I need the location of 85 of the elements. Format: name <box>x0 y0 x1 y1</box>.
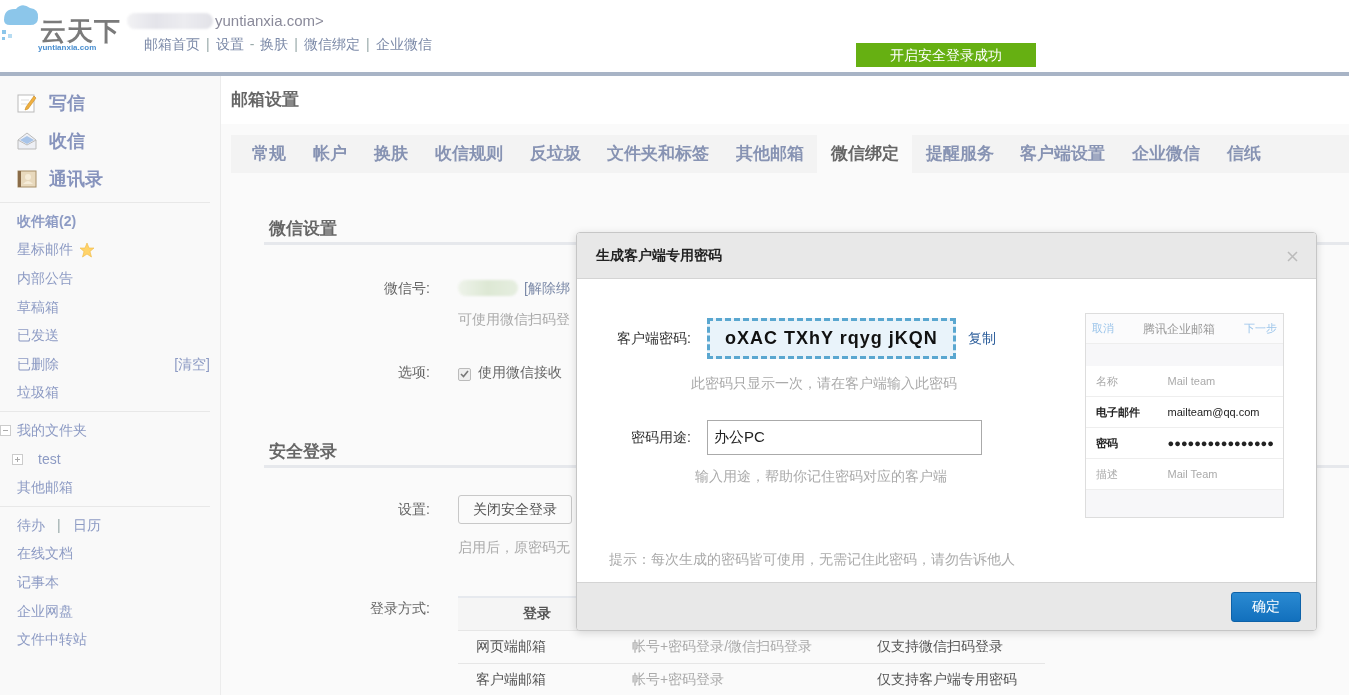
preview-value: Mail Team <box>1167 466 1218 482</box>
tool-separator: | <box>57 515 61 535</box>
folder-link[interactable]: 其他邮箱 <box>17 477 73 499</box>
settings-tab[interactable]: 常规 <box>239 135 300 173</box>
compose-icon <box>17 93 37 113</box>
checkbox-label: 使用微信接收 <box>478 364 562 380</box>
folder-link[interactable]: 收件箱(2) <box>17 210 77 232</box>
settings-tab[interactable]: 其他邮箱 <box>722 135 818 173</box>
field-hint: 此密码只显示一次，请在客户端输入此密码 <box>691 374 958 393</box>
tip-text: 提示：每次生成的密码皆可使用，无需记住此密码，请勿告诉他人 <box>609 550 1016 569</box>
tool-link[interactable]: 日历 <box>72 514 101 536</box>
settings-tab[interactable]: 帐户 <box>299 135 361 173</box>
page-title: 邮箱设置 <box>221 76 1349 124</box>
next-text: 下一步 <box>1244 321 1277 337</box>
preview-title: 腾讯企业邮箱 <box>1142 320 1215 338</box>
settings-tab[interactable]: 换肤 <box>360 135 422 173</box>
field-hint: 输入用途，帮助你记住密码对应的客户端 <box>695 467 948 486</box>
nav-separator: | <box>206 35 210 54</box>
table-cell: 帐号+密码登录 <box>615 663 865 695</box>
empty-trash-link[interactable]: [清空] <box>174 353 210 375</box>
folder-link[interactable]: 草稿箱 <box>17 296 59 318</box>
logo-domain: yuntianxia.com <box>38 44 97 52</box>
field-label: 设置: <box>397 500 431 519</box>
preview-label: 密码 <box>1095 435 1119 451</box>
folder-link[interactable]: 垃圾箱 <box>17 382 59 404</box>
unbind-link[interactable]: [解除绑 <box>524 280 570 296</box>
tool-link[interactable]: 待办 <box>17 514 45 536</box>
settings-tab[interactable]: 提醒服务 <box>912 135 1008 173</box>
settings-tab[interactable]: 收信规则 <box>421 135 517 173</box>
nav-separator: | <box>365 35 370 54</box>
cancel-text: 取消 <box>1091 321 1114 337</box>
folder-link[interactable]: 星标邮件 <box>17 239 73 261</box>
compose-link[interactable]: 写信 <box>0 84 220 122</box>
folder-link[interactable]: test <box>38 448 61 470</box>
folder-link[interactable]: 已发送 <box>17 325 59 347</box>
field-hint: 可使用微信扫码登 <box>458 310 570 329</box>
account-address: yuntianxia.com> <box>215 11 324 31</box>
app-link[interactable]: 在线文档 <box>17 543 73 565</box>
inbox-icon <box>17 131 37 151</box>
app-link[interactable]: 企业网盘 <box>17 600 73 622</box>
contacts-icon <box>17 169 37 189</box>
folder-link[interactable]: 已删除 <box>17 353 59 375</box>
nav-link[interactable]: 设置 <box>215 34 244 55</box>
password-display: oXAC TXhY rqyg jKQN <box>707 318 956 359</box>
copy-link[interactable]: 复制 <box>967 328 996 349</box>
field-label: 微信号: <box>383 279 431 298</box>
nav-separator: - <box>249 35 255 54</box>
field-label: 登录方式: <box>369 599 431 618</box>
preview-label: 名称 <box>1095 373 1119 389</box>
preview-value: mailteam@qq.com <box>1167 404 1260 420</box>
app-link[interactable]: 文件中转站 <box>17 629 87 651</box>
preview-value: ●●●●●●●●●●●●●●●● <box>1167 435 1274 451</box>
preview-label: 电子邮件 <box>1095 404 1141 420</box>
settings-tab[interactable]: 客户端设置 <box>1007 135 1119 173</box>
preview-label: 描述 <box>1095 466 1119 482</box>
settings-tab[interactable]: 微信绑定 <box>817 135 913 173</box>
receive-link[interactable]: 收信 <box>0 122 220 160</box>
preview-value: Mail team <box>1167 373 1216 389</box>
disable-secure-login-button[interactable]: 关闭安全登录 <box>458 495 572 524</box>
folder-link[interactable]: 内部公告 <box>17 268 73 289</box>
nav-link[interactable]: 换肤 <box>260 34 289 55</box>
settings-tab[interactable]: 文件夹和标签 <box>593 135 723 173</box>
table-cell: 客户端邮箱 <box>458 663 615 695</box>
nav-link[interactable]: 邮箱首页 <box>144 34 200 55</box>
ok-button[interactable]: 确定 <box>1231 591 1301 622</box>
contacts-link[interactable]: 通讯录 <box>0 160 220 198</box>
field-hint: 启用后，原密码无 <box>458 538 570 557</box>
table-cell: 仅支持客户端专用密码 <box>865 663 1045 695</box>
checkbox[interactable] <box>458 367 471 381</box>
logo-text: 云天下 <box>40 18 121 44</box>
settings-tab[interactable]: 信纸 <box>1213 135 1275 173</box>
nav-link[interactable]: 企业微信 <box>375 34 432 55</box>
app-link[interactable]: 记事本 <box>17 571 59 593</box>
blurred-redaction <box>458 280 518 296</box>
settings-tab[interactable]: 企业微信 <box>1118 135 1214 173</box>
settings-tab[interactable]: 反垃圾 <box>516 135 594 173</box>
purpose-input[interactable]: 办公PC <box>707 420 982 455</box>
field-label: 客户端密码: <box>616 329 691 348</box>
star-icon <box>79 241 95 258</box>
success-notice: 开启安全登录成功 <box>856 43 1036 67</box>
field-label: 选项: <box>397 363 431 382</box>
nav-link[interactable]: 微信绑定 <box>303 34 360 55</box>
folder-link[interactable]: 我的文件夹 <box>17 419 87 441</box>
nav-separator: | <box>294 35 298 54</box>
dialog-title: 生成客户端专用密码 <box>596 246 722 265</box>
